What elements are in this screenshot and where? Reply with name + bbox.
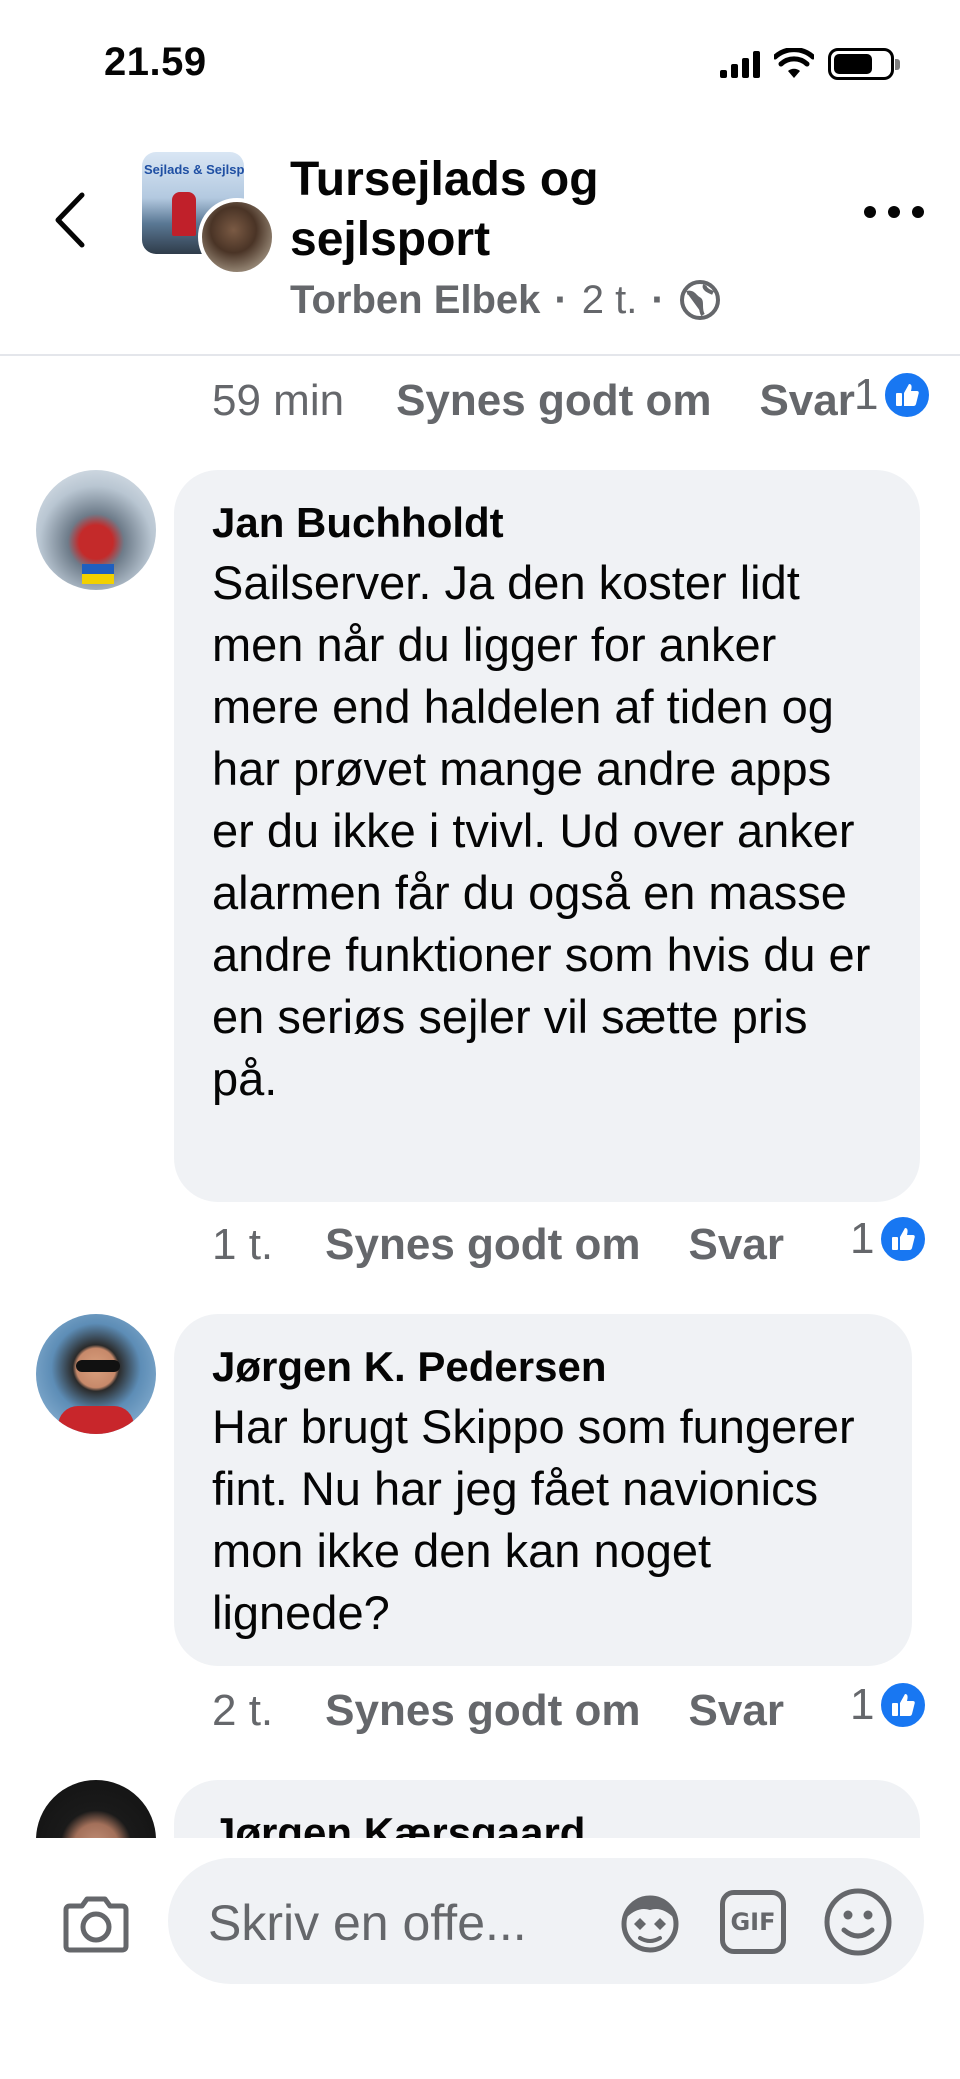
comment-author[interactable]: Jørgen Kærsgaard	[212, 1808, 884, 1838]
post-header: Sejlads & Sejlsport Tursejlads og sejlsp…	[0, 130, 960, 356]
reaction-count[interactable]: 1	[850, 1214, 929, 1264]
comment-actions: 59 min Synes godt om Svar	[212, 376, 855, 426]
reaction-count[interactable]: 1	[854, 370, 933, 420]
like-count: 1	[854, 370, 879, 419]
like-button[interactable]: Synes godt om	[396, 376, 711, 426]
post-author[interactable]: Torben Elbek	[290, 278, 540, 323]
like-count: 1	[850, 1680, 875, 1729]
like-reaction-icon	[878, 1680, 929, 1730]
thumbs-up-icon	[892, 1228, 916, 1250]
like-button[interactable]: Synes godt om	[325, 1220, 640, 1270]
status-bar: 21.59	[0, 0, 960, 130]
commenter-avatar[interactable]	[36, 1314, 156, 1434]
commenter-avatar[interactable]	[36, 1780, 156, 1838]
comment-time: 2 t.	[212, 1686, 274, 1735]
comment-bubble[interactable]: Jørgen K. Pedersen Har brugt Skippo som …	[174, 1314, 912, 1666]
comment-actions: 2 t. Synes godt om Svar	[212, 1686, 784, 1736]
meta-separator: ·	[554, 277, 568, 322]
comment-bubble[interactable]: Jørgen Kærsgaard	[174, 1780, 920, 1838]
camera-icon	[63, 1896, 129, 1953]
gif-button[interactable]: GIF	[720, 1890, 786, 1954]
reaction-count[interactable]: 1	[850, 1680, 929, 1730]
comment-author[interactable]: Jørgen K. Pedersen	[212, 1342, 876, 1392]
globe-icon	[679, 280, 720, 320]
thumbs-up-icon	[896, 384, 920, 406]
comment-author[interactable]: Jan Buchholdt	[212, 498, 884, 548]
author-avatar	[198, 198, 276, 276]
group-logo-text: Sejlads & Sejlsport	[144, 162, 244, 177]
meta-separator: ·	[651, 277, 665, 322]
chevron-left-icon	[55, 192, 85, 248]
dot	[888, 206, 900, 218]
status-time: 21.59	[104, 40, 207, 84]
dot	[912, 206, 924, 218]
avatar-sticker-icon[interactable]	[616, 1888, 684, 1956]
emoji-icon[interactable]	[822, 1886, 894, 1958]
comment-input[interactable]: Skriv en offe... GIF	[168, 1858, 924, 1984]
reply-button[interactable]: Svar	[689, 1220, 784, 1270]
reply-button[interactable]: Svar	[689, 1686, 784, 1736]
cellular-signal-icon	[720, 50, 760, 78]
more-options-button[interactable]	[864, 192, 924, 232]
group-avatar[interactable]: Sejlads & Sejlsport	[142, 152, 276, 276]
post-meta: Torben Elbek · 2 t. ·	[290, 276, 721, 324]
battery-icon	[828, 48, 900, 80]
comment-text: Sailserver. Ja den koster lidt men når d…	[212, 556, 871, 1105]
comment-bubble[interactable]: Jan Buchholdt Sailserver. Ja den koster …	[174, 470, 920, 1202]
comment-time: 59 min	[212, 376, 345, 425]
camera-button[interactable]	[56, 1884, 136, 1964]
reply-button[interactable]: Svar	[759, 376, 854, 426]
comment-time: 1 t.	[212, 1220, 274, 1269]
comment-composer: Skriv en offe... GIF	[0, 1838, 960, 2079]
group-title[interactable]: Tursejlads og sejlsport	[290, 150, 810, 270]
post-time: 2 t.	[581, 277, 638, 322]
wifi-icon	[774, 48, 814, 78]
like-reaction-icon	[878, 1214, 929, 1264]
like-button[interactable]: Synes godt om	[325, 1686, 640, 1736]
dot	[864, 206, 876, 218]
thumbs-up-icon	[892, 1694, 916, 1716]
comments-feed[interactable]: 59 min Synes godt om Svar 1 Jan Buchhold…	[0, 358, 960, 1838]
like-count: 1	[850, 1214, 875, 1263]
like-reaction-icon	[882, 370, 933, 420]
comment-actions: 1 t. Synes godt om Svar	[212, 1220, 784, 1270]
commenter-avatar[interactable]	[36, 470, 156, 590]
back-button[interactable]	[40, 180, 100, 260]
comment-input-placeholder: Skriv en offe...	[208, 1895, 527, 1951]
status-icons	[720, 44, 900, 84]
comment-text: Har brugt Skippo som fungerer fint. Nu h…	[212, 1400, 855, 1639]
